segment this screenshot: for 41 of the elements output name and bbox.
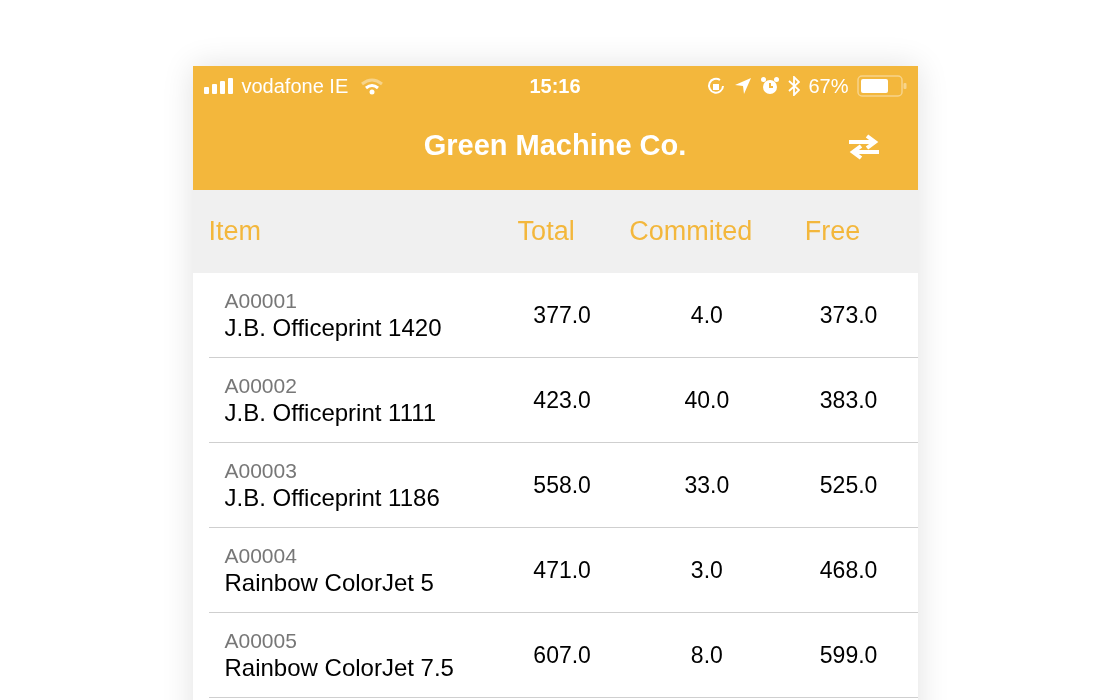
quantity-cell-text: 558.0	[532, 470, 592, 500]
quantity-cell-text: 373.0	[818, 300, 879, 330]
column-header: Commited	[628, 215, 754, 249]
item-name: J.B. Officeprint 1111	[224, 399, 438, 427]
quantity-cell-text: 423.0	[532, 385, 592, 415]
alarm-clock-icon	[760, 76, 781, 96]
quantity-cell-text: 525.0	[818, 470, 879, 500]
column-header: Total	[516, 215, 576, 249]
swap-arrows-icon	[846, 134, 881, 160]
status-time: 15:16	[529, 74, 581, 99]
quantity-cell-text: 377.0	[532, 300, 592, 330]
nav-title: Green Machine Co.	[423, 128, 687, 164]
signal-icon	[203, 78, 236, 94]
quantity-cell-text: 607.0	[532, 640, 592, 670]
rotation-lock-icon	[706, 76, 727, 96]
quantity-cell-text: 40.0	[683, 385, 731, 415]
item-name: J.B. Officeprint 1186	[224, 484, 441, 512]
location-arrow-icon	[734, 77, 753, 95]
item-code: A00004	[224, 543, 298, 569]
quantity-cell-text: 383.0	[818, 385, 879, 415]
quantity-cell-text: 599.0	[818, 640, 879, 670]
quantity-cell-text: 33.0	[683, 470, 731, 500]
item-code: A00005	[224, 628, 298, 654]
quantity-cell-text: 471.0	[532, 555, 592, 585]
quantity-cell-text: 3.0	[689, 555, 724, 585]
quantity-cell-text: 468.0	[818, 555, 879, 585]
carrier-name: vodafone IE	[241, 74, 349, 99]
bluetooth-icon	[788, 76, 801, 96]
item-name: Rainbow ColorJet 7.5	[224, 654, 455, 682]
battery-percentage: 67%	[808, 74, 849, 99]
item-code: A00002	[224, 373, 298, 399]
column-header: Item	[208, 215, 262, 249]
quantity-cell-text: 4.0	[689, 300, 724, 330]
quantity-cell-text: 8.0	[689, 640, 724, 670]
item-name: Rainbow ColorJet 5	[224, 569, 435, 597]
wifi-icon	[360, 77, 385, 95]
column-header: Free	[803, 215, 862, 249]
battery-icon	[856, 75, 907, 97]
item-code: A00003	[224, 458, 298, 484]
item-name: J.B. Officeprint 1420	[224, 314, 443, 342]
item-code: A00001	[224, 288, 298, 314]
